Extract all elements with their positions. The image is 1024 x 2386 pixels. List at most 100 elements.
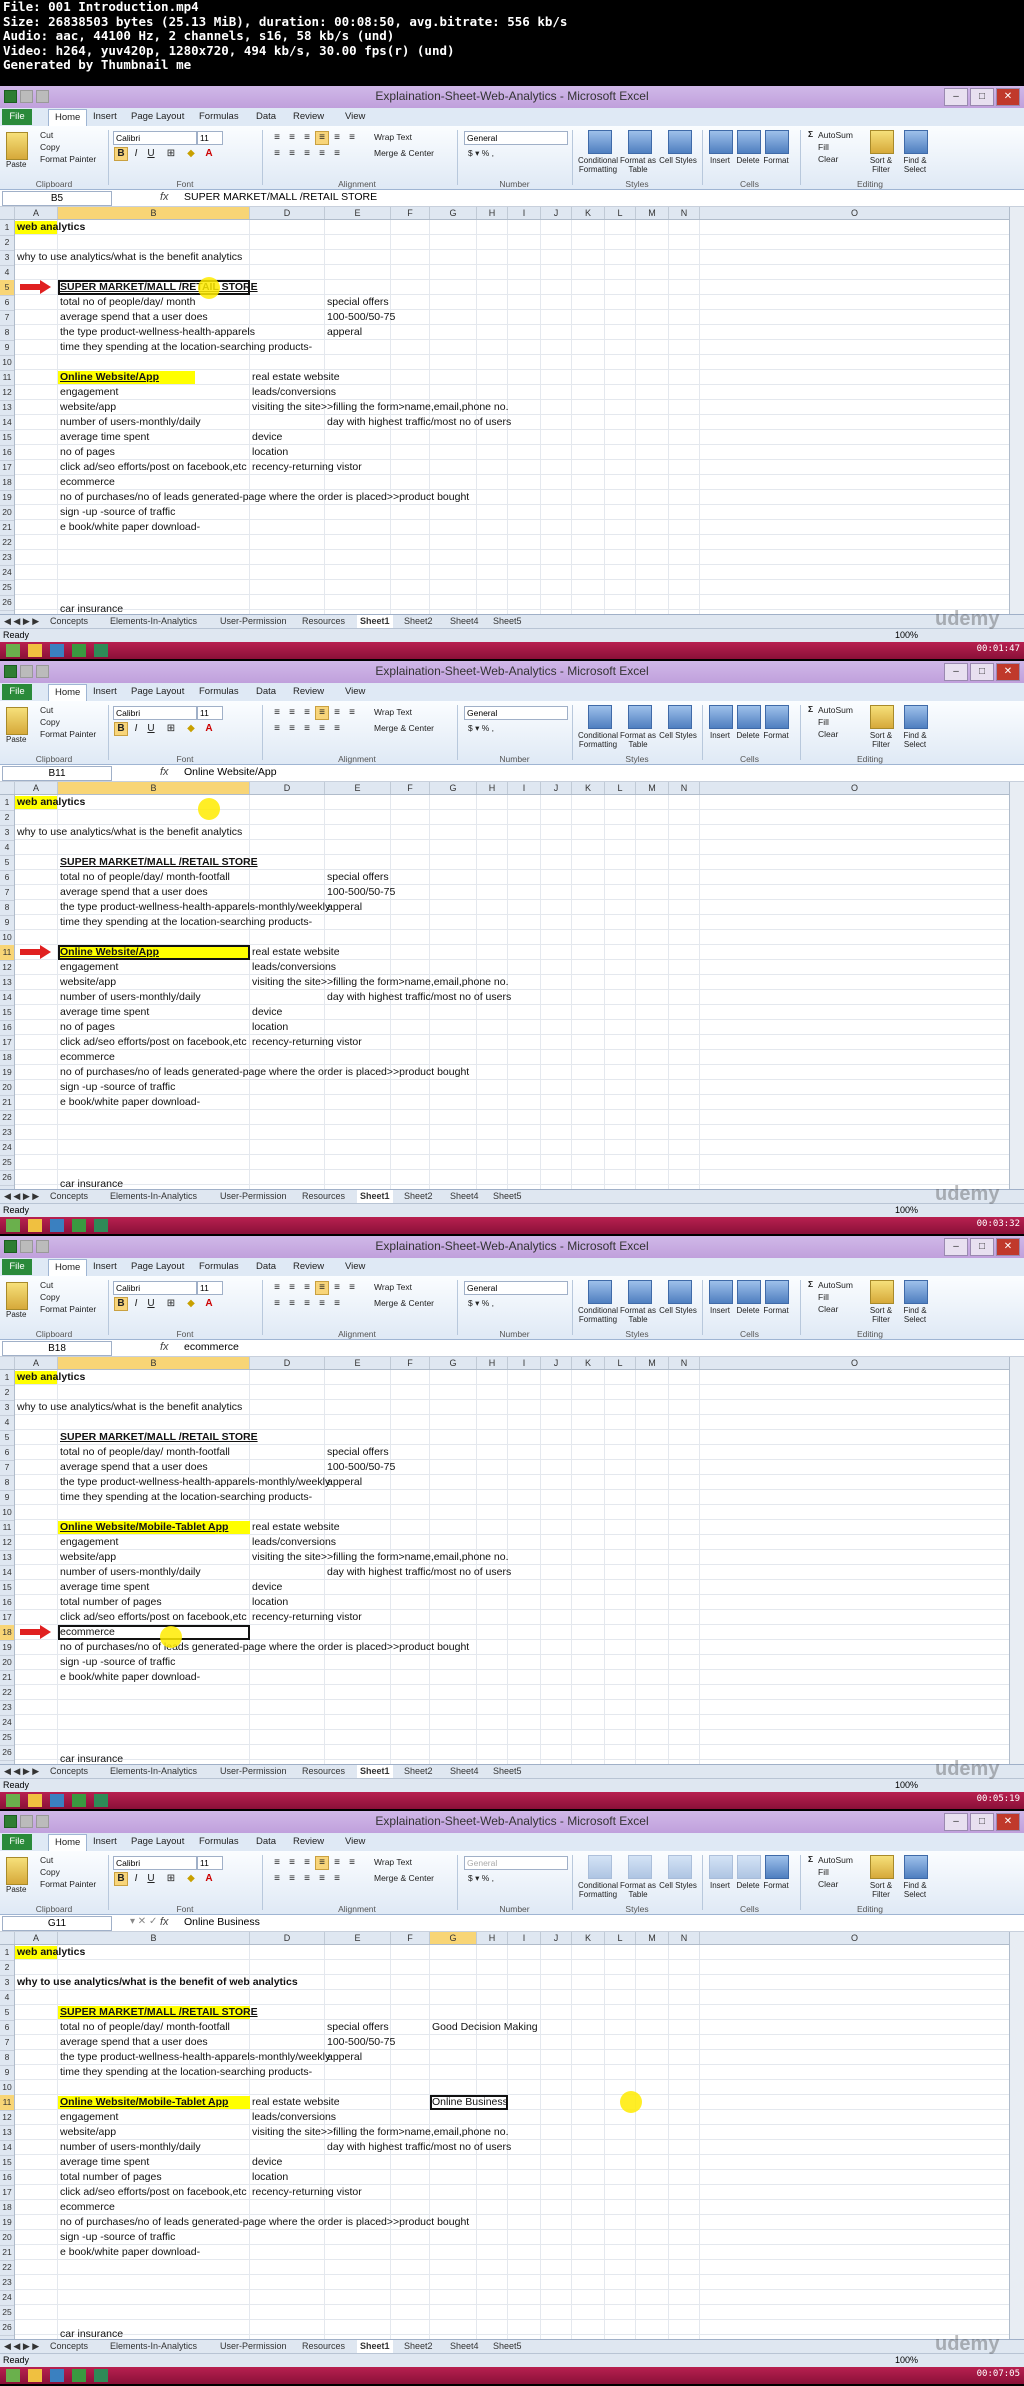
paste-icon[interactable]: [6, 707, 28, 735]
find-select-icon[interactable]: [904, 1280, 928, 1304]
column-header-i[interactable]: I: [508, 207, 541, 219]
row-header[interactable]: 19: [0, 490, 14, 506]
format-as-table-icon[interactable]: [628, 705, 652, 729]
sort-filter-icon[interactable]: [870, 1280, 894, 1304]
tab-page-layout[interactable]: Page Layout: [131, 1261, 184, 1272]
row-header[interactable]: 13: [0, 975, 14, 991]
fill-button[interactable]: Fill: [818, 1292, 829, 1302]
number-symbols[interactable]: $ ▾ % ,: [468, 148, 494, 159]
underline-icon[interactable]: U: [144, 1872, 158, 1886]
row-header[interactable]: 11: [0, 1520, 14, 1536]
tab-page-layout[interactable]: Page Layout: [131, 1836, 184, 1847]
sheet-tab-sheet4[interactable]: Sheet4: [450, 2340, 479, 2353]
column-header-o[interactable]: O: [700, 207, 1010, 219]
conditional-formatting-button[interactable]: Conditional Formatting: [578, 1306, 618, 1324]
format-cells-icon[interactable]: [765, 1855, 789, 1879]
close-icon[interactable]: ✕: [996, 1238, 1020, 1256]
row-header[interactable]: 25: [0, 1155, 14, 1171]
row-header[interactable]: 22: [0, 1685, 14, 1701]
row-header[interactable]: 24: [0, 565, 14, 581]
name-box[interactable]: B5: [2, 191, 112, 206]
column-header-g[interactable]: G: [430, 1932, 477, 1944]
row-header[interactable]: 7: [0, 885, 14, 901]
align-icon[interactable]: ≡: [330, 1281, 344, 1295]
start-icon[interactable]: [6, 1219, 20, 1232]
tab-view[interactable]: View: [345, 111, 365, 122]
maximize-icon[interactable]: □: [970, 1238, 994, 1256]
tab-insert[interactable]: Insert: [93, 111, 117, 122]
bold-icon[interactable]: B: [114, 1297, 128, 1311]
number-format-box[interactable]: General: [464, 131, 568, 145]
row-header[interactable]: 20: [0, 1080, 14, 1096]
row-header[interactable]: 20: [0, 505, 14, 521]
merge-center-button[interactable]: Merge & Center: [374, 1873, 434, 1883]
format-cells-icon[interactable]: [765, 1280, 789, 1304]
align-icon[interactable]: ≡: [345, 1856, 359, 1870]
clear-button[interactable]: Clear: [818, 154, 838, 164]
insert-cells-icon[interactable]: [709, 705, 733, 729]
delete-cells-icon[interactable]: [737, 1280, 761, 1304]
merge-center-button[interactable]: Merge & Center: [374, 1298, 434, 1308]
number-symbols[interactable]: $ ▾ % ,: [468, 1873, 494, 1884]
row-header[interactable]: 17: [0, 1610, 14, 1626]
row-header[interactable]: 3: [0, 1975, 14, 1991]
row-header[interactable]: 18: [0, 475, 14, 491]
row-header[interactable]: 18: [0, 1625, 14, 1641]
cut-button[interactable]: Cut: [40, 1280, 53, 1290]
zoom-level[interactable]: 100%: [895, 629, 918, 642]
font-size-box[interactable]: 11: [197, 706, 223, 720]
column-header-i[interactable]: I: [508, 1357, 541, 1369]
start-icon[interactable]: [6, 1794, 20, 1807]
fill-color-icon[interactable]: ◆: [184, 1872, 198, 1886]
excel-taskbar-icon[interactable]: [72, 1219, 86, 1232]
column-header-k[interactable]: K: [572, 782, 605, 794]
cell-styles-button[interactable]: Cell Styles: [658, 731, 698, 740]
row-header[interactable]: 9: [0, 340, 14, 356]
font-name-box[interactable]: Calibri: [113, 1281, 197, 1295]
column-header-n[interactable]: N: [669, 1932, 700, 1944]
row-header[interactable]: 15: [0, 2155, 14, 2171]
row-header[interactable]: 20: [0, 2230, 14, 2246]
row-header[interactable]: 6: [0, 870, 14, 886]
row-header[interactable]: 5: [0, 855, 14, 871]
align-icon[interactable]: ≡: [285, 147, 299, 161]
row-header[interactable]: 12: [0, 2110, 14, 2126]
number-symbols[interactable]: $ ▾ % ,: [468, 1298, 494, 1309]
row-header[interactable]: 1: [0, 1945, 14, 1961]
align-icon[interactable]: ≡: [270, 1872, 284, 1886]
row-header[interactable]: 19: [0, 1065, 14, 1081]
formula-input[interactable]: ecommerce: [184, 1341, 239, 1354]
column-header-h[interactable]: H: [477, 782, 508, 794]
row-header[interactable]: 9: [0, 915, 14, 931]
row-header[interactable]: 10: [0, 930, 14, 946]
column-header-j[interactable]: J: [541, 1357, 572, 1369]
row-header[interactable]: 22: [0, 535, 14, 551]
zoom-level[interactable]: 100%: [895, 1779, 918, 1792]
borders-icon[interactable]: ⊞: [164, 147, 178, 161]
find-select-button[interactable]: Find & Select: [895, 1881, 935, 1899]
copy-button[interactable]: Copy: [40, 717, 60, 727]
minimize-icon[interactable]: –: [944, 88, 968, 106]
formula-input[interactable]: Online Business: [184, 1916, 260, 1929]
borders-icon[interactable]: ⊞: [164, 722, 178, 736]
minimize-icon[interactable]: –: [944, 1813, 968, 1831]
align-icon[interactable]: ≡: [300, 1872, 314, 1886]
autosum-button[interactable]: AutoSum: [818, 705, 853, 715]
align-icon[interactable]: ≡: [345, 706, 359, 720]
paste-button[interactable]: Paste: [6, 1310, 26, 1319]
format-as-table-button[interactable]: Format as Table: [618, 156, 658, 174]
sheet-tab-resources[interactable]: Resources: [302, 615, 345, 628]
media-icon[interactable]: [50, 1219, 64, 1232]
row-header[interactable]: 8: [0, 2050, 14, 2066]
merge-center-button[interactable]: Merge & Center: [374, 148, 434, 158]
row-header[interactable]: 22: [0, 1110, 14, 1126]
row-header[interactable]: 9: [0, 2065, 14, 2081]
wrap-text-button[interactable]: Wrap Text: [374, 707, 412, 717]
merge-center-button[interactable]: Merge & Center: [374, 723, 434, 733]
cell-styles-button[interactable]: Cell Styles: [658, 1306, 698, 1315]
row-header[interactable]: 26: [0, 1745, 14, 1761]
column-header-k[interactable]: K: [572, 207, 605, 219]
row-header[interactable]: 15: [0, 1580, 14, 1596]
align-icon[interactable]: ≡: [285, 706, 299, 720]
font-name-box[interactable]: Calibri: [113, 706, 197, 720]
